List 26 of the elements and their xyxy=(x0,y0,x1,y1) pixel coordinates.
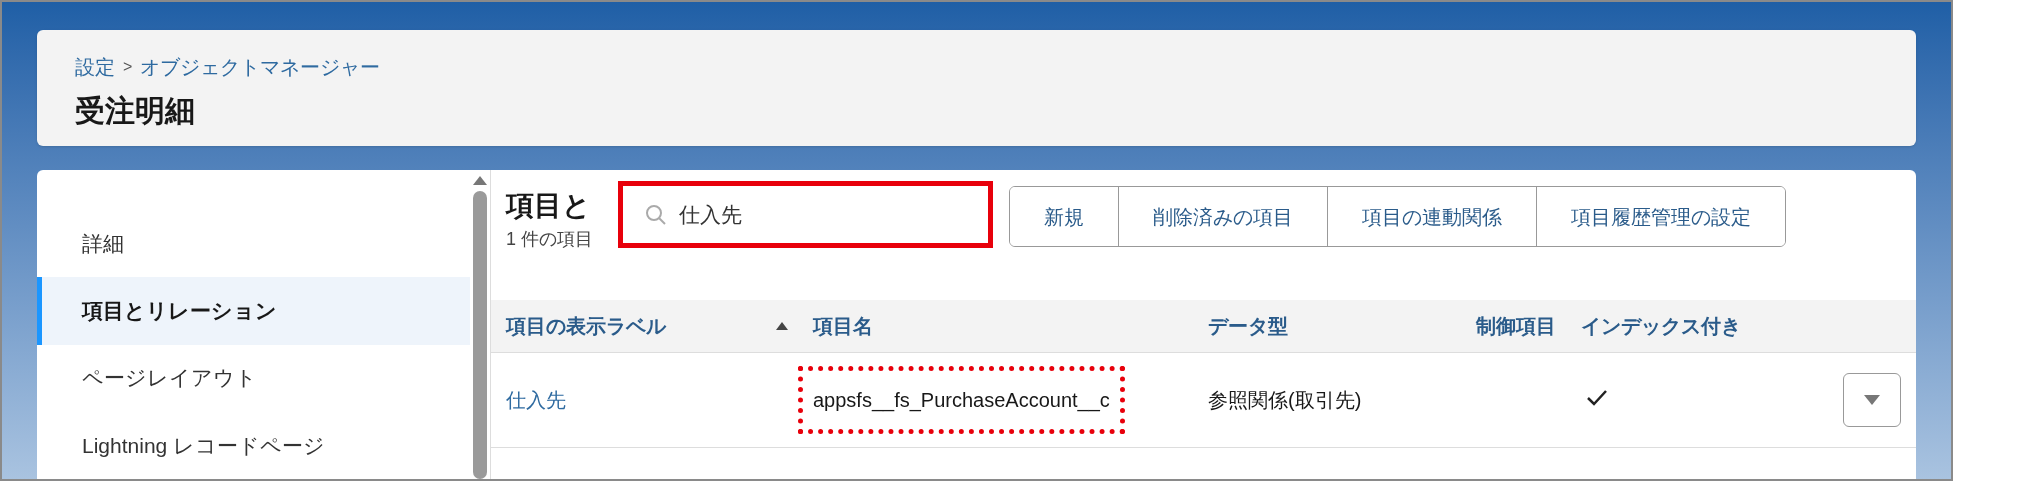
row-actions-button[interactable] xyxy=(1843,373,1901,427)
breadcrumb-separator: > xyxy=(123,57,133,77)
column-header[interactable]: データ型 xyxy=(1208,311,1288,341)
column-header[interactable]: 項目名 xyxy=(813,311,873,341)
section-heading: 項目と xyxy=(506,189,591,223)
column-header[interactable]: 制御項目 xyxy=(1476,311,1556,341)
scroll-up-icon[interactable] xyxy=(473,176,487,185)
dropdown-caret-icon xyxy=(1864,395,1880,405)
page-title: 受注明細 xyxy=(75,93,196,129)
sidebar-item[interactable]: 項目とリレーション xyxy=(37,277,470,345)
breadcrumb-link[interactable]: 設定 xyxy=(75,52,115,82)
column-header[interactable]: インデックス付き xyxy=(1581,311,1741,341)
sidebar-item[interactable]: 詳細 xyxy=(37,210,470,278)
toolbar-button[interactable]: 項目履歴管理の設定 xyxy=(1536,187,1785,246)
field-label-link[interactable]: 仕入先 xyxy=(506,389,566,411)
item-count: 1 件の項目 xyxy=(506,228,593,251)
sidebar-item[interactable]: Lightning レコードページ xyxy=(37,411,470,479)
column-header[interactable]: 項目の表示ラベル xyxy=(506,311,666,341)
table-cell: 参照関係(取引先) xyxy=(1208,389,1362,411)
search-icon xyxy=(645,203,667,226)
table-cell: appsfs__fs_PurchaseAccount__c xyxy=(798,366,1125,434)
search-field[interactable]: 仕入先 xyxy=(618,181,993,248)
sidebar-item[interactable]: ページレイアウト xyxy=(37,344,470,412)
scrollbar-thumb[interactable] xyxy=(473,191,487,479)
breadcrumb-link[interactable]: オブジェクトマネージャー xyxy=(140,52,381,82)
sort-ascending-icon[interactable] xyxy=(776,322,788,330)
